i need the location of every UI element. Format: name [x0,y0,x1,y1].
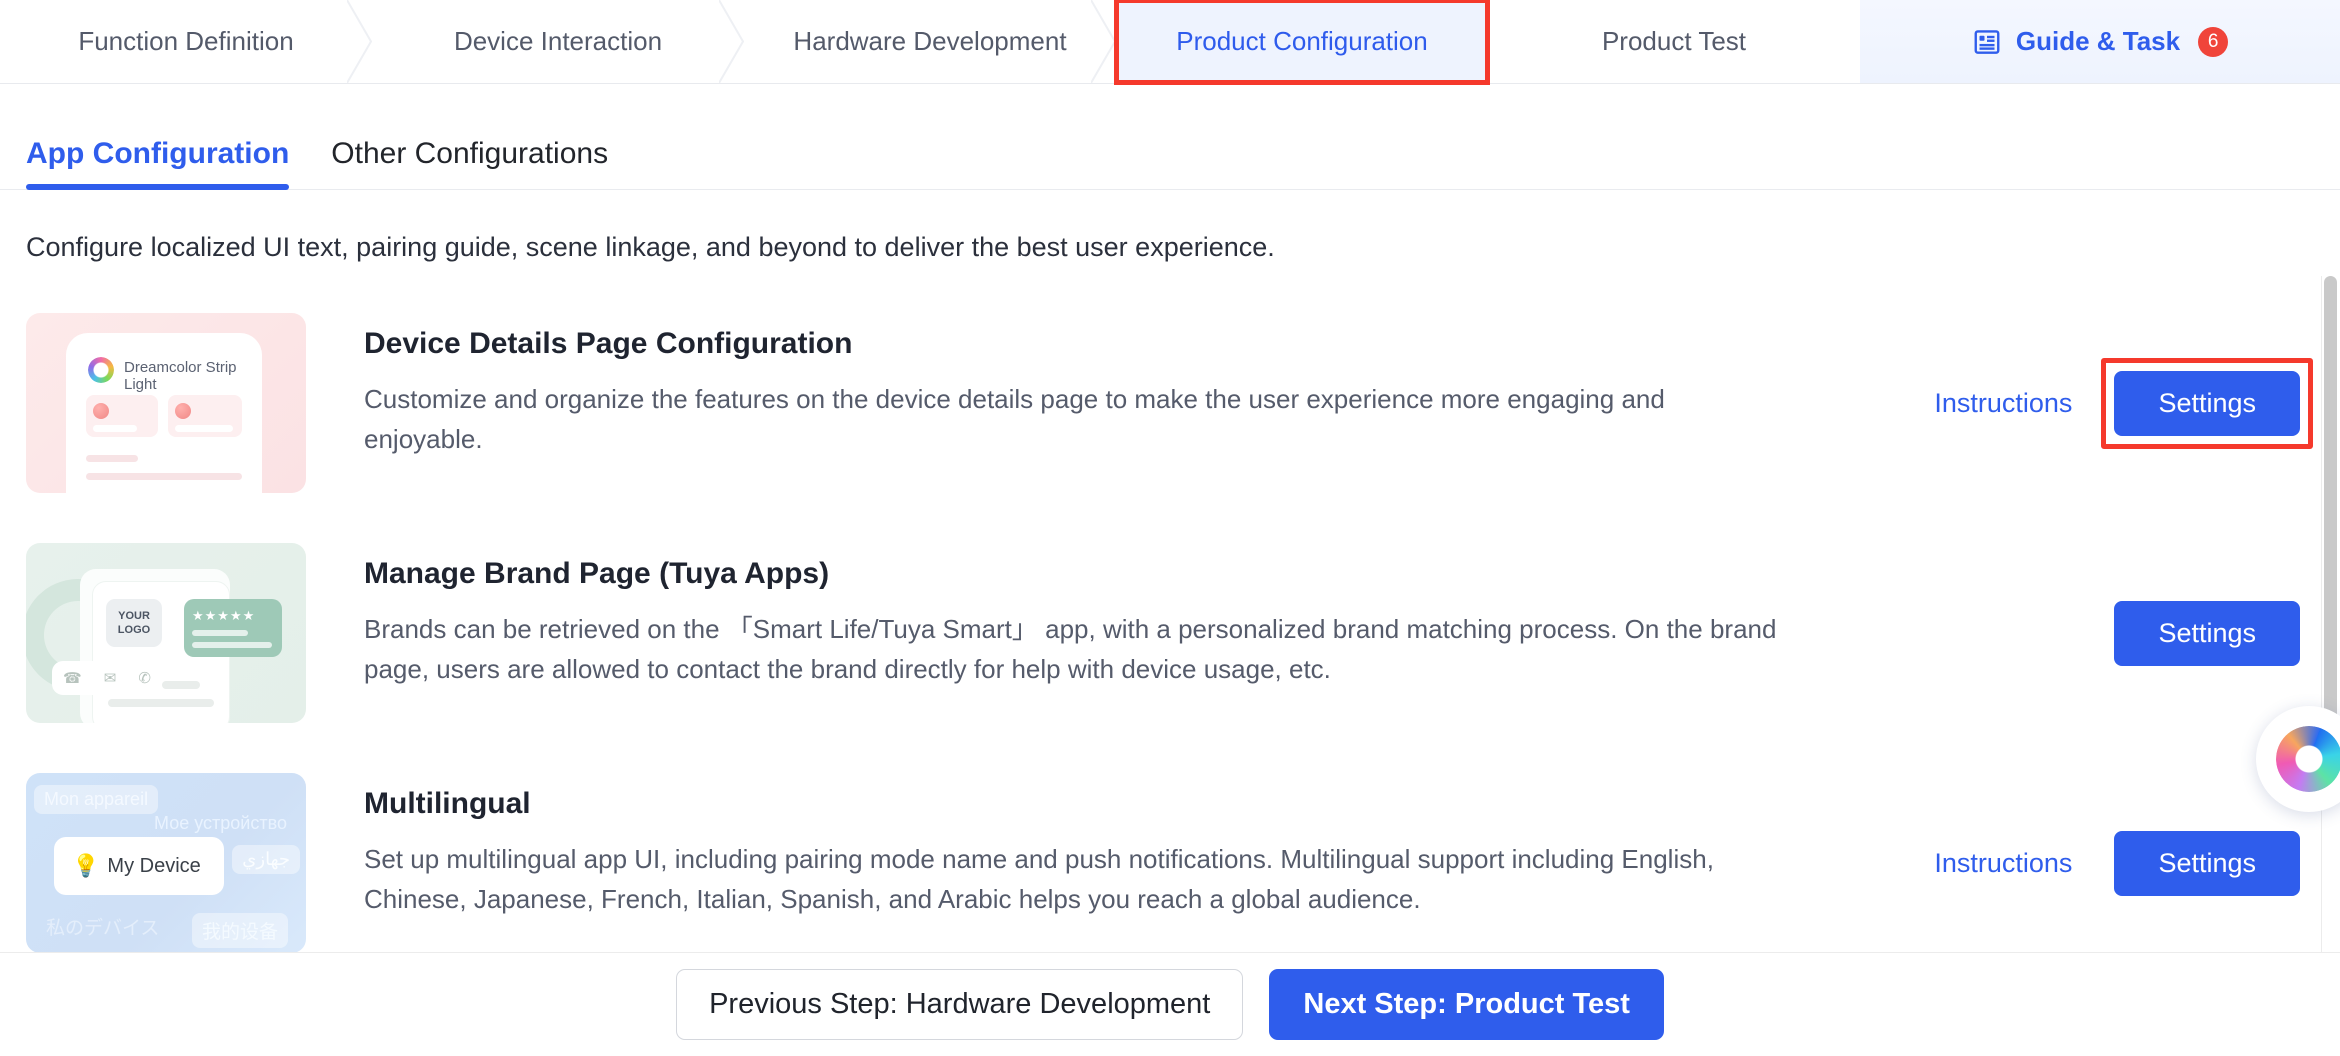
instructions-link[interactable]: Instructions [1934,848,2072,879]
configuration-card-list: Dreamcolor Strip Light Device Details Pa… [0,299,2340,1056]
tab-label: App Configuration [26,137,290,170]
step-hardware-development[interactable]: Hardware Development [744,0,1117,83]
thumb-line [108,699,214,707]
card-device-details-page-configuration: Dreamcolor Strip Light Device Details Pa… [26,299,2314,529]
phone-icon: ☎ [63,670,82,687]
label-english: My Device [107,854,201,877]
brand-logo-placeholder: YOUR LOGO [106,599,162,647]
card-thumbnail-device-details: Dreamcolor Strip Light [26,313,306,493]
step-label: Hardware Development [793,26,1067,56]
thumb-bar [175,425,233,432]
logo-line-2: LOGO [117,624,151,636]
card-actions: Settings [1914,543,2314,723]
card-description: Customize and organize the features on t… [364,383,1665,454]
lightbulb-icon: 💡 [72,853,100,878]
settings-button-wrapper: Settings [2114,600,2300,666]
card-text: Multilingual Set up multilingual app UI,… [306,773,1914,919]
card-thumbnail-brand-page: YOUR LOGO ★★★★★ ☎ ✉ ✆ [26,543,306,723]
card-title: Multilingual [364,787,531,820]
step-device-interaction[interactable]: Device Interaction [372,0,745,83]
tab-label: Other Configurations [331,137,609,170]
workflow-step-bar: Function Definition Device Interaction H… [0,0,2340,85]
label-french: Mon appareil [34,785,159,814]
step-label: Product Test [1601,26,1747,56]
thumb-line [86,455,138,462]
card-actions: Instructions Settings [1914,773,2314,953]
contact-chip: ☎ ✉ ✆ [52,661,162,695]
logo-line-1: YOUR [118,609,150,622]
card-text: Manage Brand Page (Tuya Apps) Brands can… [306,543,1914,689]
guide-task-badge: 6 [2198,26,2229,57]
review-card: ★★★★★ [184,599,282,657]
ai-swirl-icon [2276,726,2340,792]
step-chevron-icon [1091,0,1117,83]
thumb-line [86,473,242,480]
step-product-configuration[interactable]: Product Configuration [1114,0,1490,85]
previous-step-button[interactable]: Previous Step: Hardware Development [676,969,1244,1040]
review-bar [192,642,272,648]
review-bar [192,630,248,636]
step-chevron-icon [347,0,373,83]
thumb-dot [93,403,109,419]
settings-button-wrapper: Settings [2101,357,2313,449]
step-label: Device Interaction [453,26,663,56]
color-wheel-icon [88,357,114,383]
tab-other-configurations[interactable]: Other Configurations [331,137,608,189]
vertical-scrollbar[interactable] [2324,276,2337,1056]
document-list-icon [1972,27,2002,57]
device-row-mock: 💡 My Device [54,837,224,895]
step-label: Function Definition [78,26,294,56]
card-thumbnail-multilingual: Mon appareil Мое устройство جهازي 私のデバイス… [26,773,306,953]
settings-button[interactable]: Settings [2114,600,2300,666]
star-rating-icon: ★★★★★ [192,608,256,623]
step-function-definition[interactable]: Function Definition [0,0,373,83]
card-title: Device Details Page Configuration [364,327,853,360]
configuration-tabs: App Configuration Other Configurations [0,84,2340,190]
content-right-border [2321,276,2322,1056]
mail-icon: ✉ [103,670,117,687]
step-label: Product Configuration [1176,26,1428,56]
instructions-link[interactable]: Instructions [1934,388,2072,419]
step-chevron-icon [719,0,745,83]
next-step-button[interactable]: Next Step: Product Test [1269,969,1664,1040]
settings-button[interactable]: Settings [2114,370,2300,436]
step-product-test[interactable]: Product Test [1488,0,1860,83]
tab-app-configuration[interactable]: App Configuration [26,137,290,190]
phone-mock: Dreamcolor Strip Light [66,333,262,493]
guide-and-task-label: Guide & Task [2015,26,2181,56]
card-description: Set up multilingual app UI, including pa… [364,843,1714,914]
main-content-area: Configure localized UI text, pairing gui… [0,190,2340,1056]
label-arabic: جهازي [232,845,300,874]
thumb-line [162,681,200,689]
wizard-footer: Previous Step: Hardware Development Next… [0,952,2340,1056]
card-title: Manage Brand Page (Tuya Apps) [364,557,830,590]
card-text: Device Details Page Configuration Custom… [306,313,1914,459]
label-chinese: 我的设备 [192,913,289,948]
thumb-dot [175,403,191,419]
page-description: Configure localized UI text, pairing gui… [26,232,1275,262]
label-japanese: 私のデバイス [46,918,160,939]
card-manage-brand-page: YOUR LOGO ★★★★★ ☎ ✉ ✆ Manage Brand Page … [26,529,2314,759]
whatsapp-icon: ✆ [138,670,151,687]
settings-button-wrapper: Settings [2114,830,2300,896]
thumb-bar [93,425,137,432]
thumb-device-name: Dreamcolor Strip Light [124,359,237,393]
card-actions: Instructions Settings [1914,313,2314,493]
label-russian: Мое устройство [154,813,287,833]
card-description: Brands can be retrieved on the 「Smart Li… [364,613,1777,684]
settings-button[interactable]: Settings [2114,830,2300,896]
guide-and-task-button[interactable]: Guide & Task 6 [1860,0,2340,83]
